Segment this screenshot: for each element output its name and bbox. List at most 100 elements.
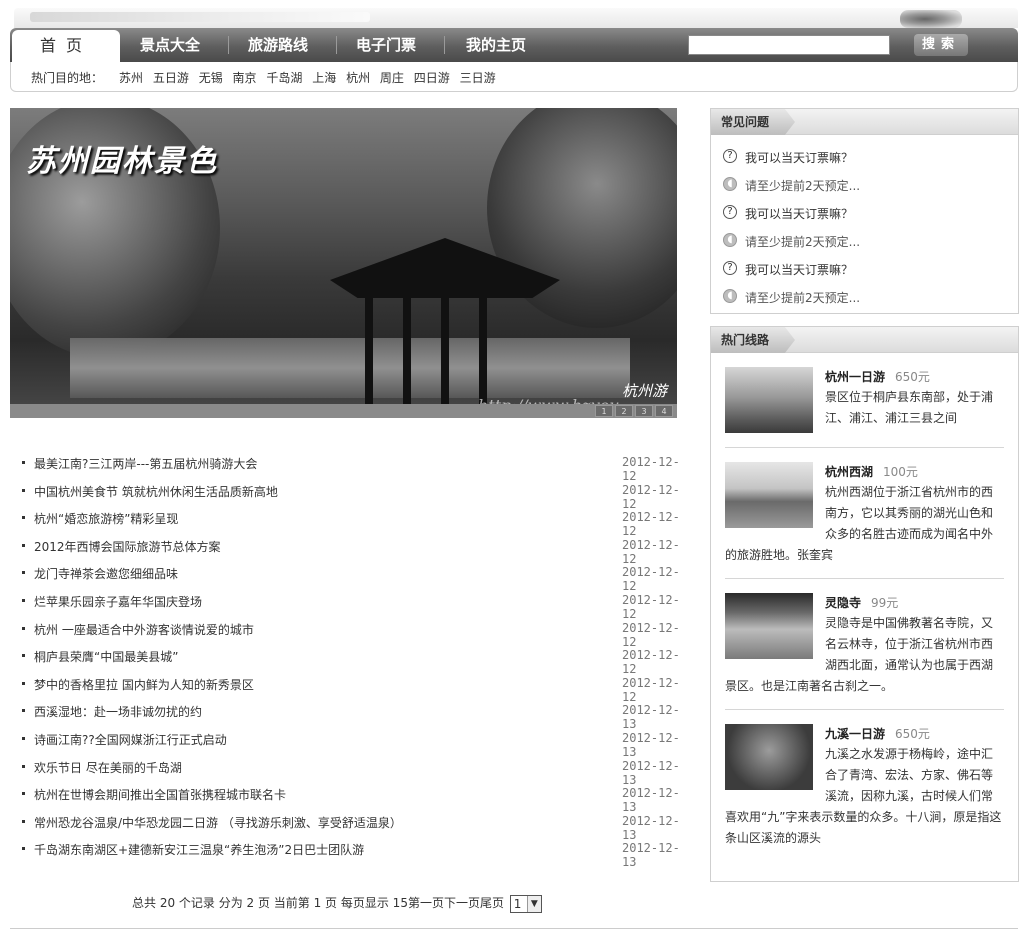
tab-routes[interactable]: 旅游路线: [248, 28, 308, 62]
faq-question[interactable]: ? 我可以当天订票嘛？: [723, 257, 1018, 285]
top-strip: [14, 8, 1018, 28]
banner-pavilion-pillars: [365, 296, 515, 406]
route-thumbnail[interactable]: [725, 593, 813, 659]
bullet-icon: [22, 764, 25, 768]
hot-link[interactable]: 三日游: [460, 71, 496, 85]
route-card: 九溪一日游 650元 九溪之水发源于杨梅岭，途中汇合了青湾、宏法、方家、佛石等溪流…: [725, 710, 1004, 861]
hot-link[interactable]: 苏州: [119, 71, 143, 85]
tab-attractions[interactable]: 景点大全: [140, 28, 200, 62]
news-row: 常州恐龙谷温泉/中华恐龙园二日游 （寻找游乐刺激、享受舒适温泉） 2012-12-…: [20, 811, 690, 842]
tab-etickets[interactable]: 电子门票: [356, 28, 416, 62]
hot-link[interactable]: 五日游: [153, 71, 189, 85]
news-title[interactable]: 千岛湖东南湖区+建德新安江三温泉“养生泡汤”2日巴士团队游: [34, 841, 364, 858]
faq-answer[interactable]: ◖ 请至少提前2天预定...: [723, 173, 1018, 201]
news-row: 最美江南?三江两岸---第五届杭州骑游大会 2012-12-12: [20, 452, 690, 483]
main-nav: 首页 景点大全 旅游路线 电子门票 我的主页 搜索: [10, 28, 1018, 62]
news-row: 烂苹果乐园亲子嘉年华国庆登场 2012-12-12: [20, 590, 690, 621]
route-name[interactable]: 杭州西湖: [825, 465, 873, 479]
bullet-icon: [22, 654, 25, 658]
hot-link[interactable]: 四日游: [414, 71, 450, 85]
hot-destination-links: 苏州 五日游 无锡 南京 千岛湖 上海 杭州 周庄 四日游 三日游: [119, 69, 502, 86]
news-title[interactable]: 诗画江南??全国网媒浙江行正式启动: [34, 731, 227, 748]
faq-panel-title: 常见问题: [711, 109, 796, 135]
pagination-text[interactable]: 总共 20 个记录 分为 2 页 当前第 1 页 每页显示 15第一页下一页尾页: [132, 896, 504, 910]
news-title[interactable]: 2012年西博会国际旅游节总体方案: [34, 538, 221, 555]
faq-answer[interactable]: ◖ 请至少提前2天预定...: [723, 229, 1018, 257]
route-price: 99元: [871, 596, 899, 610]
route-price: 100元: [883, 465, 918, 479]
faq-question-text[interactable]: 我可以当天订票嘛？: [745, 149, 853, 166]
hot-link[interactable]: 杭州: [346, 71, 370, 85]
faq-answer-text[interactable]: 请至少提前2天预定...: [745, 233, 860, 250]
news-title[interactable]: 梦中的香格里拉 国内鲜为人知的新秀景区: [34, 676, 254, 693]
tab-home[interactable]: 首页: [12, 30, 120, 62]
news-title[interactable]: 常州恐龙谷温泉/中华恐龙园二日游 （寻找游乐刺激、享受舒适温泉）: [34, 814, 402, 831]
answer-icon: ◖: [723, 289, 737, 303]
hot-destinations-bar: 热门目的地： 苏州 五日游 无锡 南京 千岛湖 上海 杭州 周庄 四日游 三日游: [10, 62, 1018, 92]
faq-list: ? 我可以当天订票嘛？ ◖ 请至少提前2天预定... ? 我可以当天订票嘛？ ◖ 请至少…: [711, 135, 1018, 313]
news-title[interactable]: 杭州“婚恋旅游榜”精彩呈现: [34, 510, 178, 527]
answer-icon: ◖: [723, 177, 737, 191]
news-title[interactable]: 龙门寺禅茶会邀您细细品味: [34, 565, 178, 582]
faq-answer[interactable]: ◖ 请至少提前2天预定...: [723, 285, 1018, 313]
hot-link[interactable]: 周庄: [380, 71, 404, 85]
hot-link[interactable]: 无锡: [199, 71, 223, 85]
search-input[interactable]: [688, 35, 890, 55]
banner-page-button[interactable]: 3: [635, 405, 653, 417]
route-name[interactable]: 杭州一日游: [825, 370, 885, 384]
banner-page-button[interactable]: 4: [655, 405, 673, 417]
faq-answer-text[interactable]: 请至少提前2天预定...: [745, 177, 860, 194]
news-title[interactable]: 烂苹果乐园亲子嘉年华国庆登场: [34, 593, 202, 610]
route-thumbnail[interactable]: [725, 462, 813, 528]
route-name[interactable]: 九溪一日游: [825, 727, 885, 741]
news-title[interactable]: 中国杭州美食节 筑就杭州休闲生活品质新高地: [34, 483, 278, 500]
news-title[interactable]: 最美江南?三江两岸---第五届杭州骑游大会: [34, 455, 257, 472]
banner-pager: 1 2 3 4: [595, 405, 673, 417]
faq-question-text[interactable]: 我可以当天订票嘛？: [745, 261, 853, 278]
hot-destinations-label: 热门目的地：: [31, 71, 104, 85]
news-title[interactable]: 欢乐节日 尽在美丽的千岛湖: [34, 759, 182, 776]
route-price: 650元: [895, 370, 930, 384]
hot-routes-panel: 热门线路 杭州一日游 650元 景区位于桐庐县东南部，处于浦江、浦江、浦江三县之间…: [710, 326, 1019, 882]
news-title[interactable]: 西溪湿地：赴一场非诚勿扰的约: [34, 703, 202, 720]
route-thumbnail[interactable]: [725, 724, 813, 790]
faq-panel: 常见问题 ? 我可以当天订票嘛？ ◖ 请至少提前2天预定... ? 我可以当天订票嘛？…: [710, 108, 1019, 314]
hot-link[interactable]: 千岛湖: [266, 71, 302, 85]
banner-page-button[interactable]: 1: [595, 405, 613, 417]
news-row: 中国杭州美食节 筑就杭州休闲生活品质新高地 2012-12-12: [20, 480, 690, 511]
faq-answer-text[interactable]: 请至少提前2天预定...: [745, 289, 860, 306]
route-price: 650元: [895, 727, 930, 741]
bullet-icon: [22, 626, 25, 630]
news-list: 最美江南?三江两岸---第五届杭州骑游大会 2012-12-12 中国杭州美食节 …: [20, 452, 690, 869]
search-button[interactable]: 搜索: [914, 34, 968, 56]
hot-link[interactable]: 上海: [312, 71, 336, 85]
nav-separator: [228, 36, 229, 54]
chevron-down-icon[interactable]: ▼: [526, 895, 541, 912]
bullet-icon: [22, 847, 25, 851]
nav-separator: [444, 36, 445, 54]
news-row: 龙门寺禅茶会邀您细细品味 2012-12-12: [20, 562, 690, 593]
route-thumbnail[interactable]: [725, 367, 813, 433]
route-name[interactable]: 灵隐寺: [825, 596, 861, 610]
faq-question[interactable]: ? 我可以当天订票嘛？: [723, 201, 1018, 229]
bullet-icon: [22, 571, 25, 575]
news-row: 西溪湿地：赴一场非诚勿扰的约 2012-12-13: [20, 700, 690, 731]
news-title[interactable]: 杭州在世博会期间推出全国首张携程城市联名卡: [34, 786, 286, 803]
nav-separator: [336, 36, 337, 54]
banner-slideshow[interactable]: 苏州园林景色 http://www.hzyou 杭州游 1 2 3 4: [10, 108, 677, 418]
news-row: 梦中的香格里拉 国内鲜为人知的新秀景区 2012-12-12: [20, 673, 690, 704]
news-row: 诗画江南??全国网媒浙江行正式启动 2012-12-13: [20, 728, 690, 759]
hot-link[interactable]: 南京: [233, 71, 257, 85]
faq-question-text[interactable]: 我可以当天订票嘛？: [745, 205, 853, 222]
site-logo[interactable]: [900, 10, 962, 28]
banner-page-button[interactable]: 2: [615, 405, 633, 417]
bullet-icon: [22, 598, 25, 602]
news-title[interactable]: 杭州 一座最适合中外游客谈情说爱的城市: [34, 621, 254, 638]
question-icon: ?: [723, 261, 737, 275]
bullet-icon: [22, 736, 25, 740]
faq-question[interactable]: ? 我可以当天订票嘛？: [723, 145, 1018, 173]
tab-my-page[interactable]: 我的主页: [466, 28, 526, 62]
banner-pond: [70, 338, 630, 398]
page-select[interactable]: 1 ▼: [509, 894, 542, 913]
news-title[interactable]: 桐庐县荣膺“中国最美县城”: [34, 648, 178, 665]
